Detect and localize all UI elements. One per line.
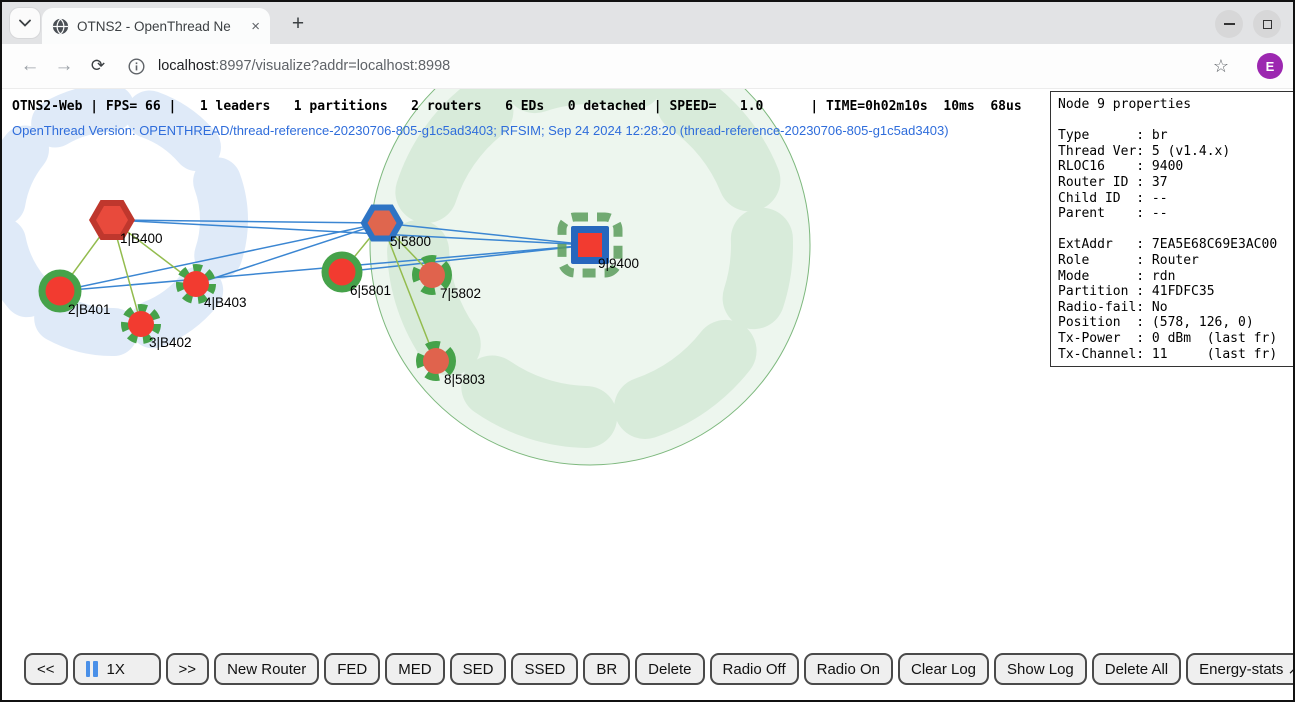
status-bar: OTNS2-Web | FPS= 66 | 1 leaders 1 partit… xyxy=(12,99,1022,114)
chevron-down-icon xyxy=(19,19,31,27)
property-line: Role : Router xyxy=(1058,253,1287,269)
new-tab-button[interactable]: + xyxy=(284,10,312,38)
property-line: Partition : 41FDFC35 xyxy=(1058,284,1287,300)
button-label: Delete xyxy=(648,661,691,678)
property-line xyxy=(1058,222,1287,238)
openthread-version-line: OpenThread Version: OPENTHREAD/thread-re… xyxy=(12,123,949,138)
forward-button[interactable]: → xyxy=(50,44,78,88)
property-line: Child ID : -- xyxy=(1058,191,1287,207)
minimize-icon xyxy=(1224,23,1235,25)
info-icon xyxy=(128,58,145,75)
properties-lines: Type : brThread Ver: 5 (v1.4.x)RLOC16 : … xyxy=(1058,113,1287,363)
med-button[interactable]: MED xyxy=(385,653,444,685)
speed-button[interactable]: 1X xyxy=(73,653,161,685)
maximize-icon xyxy=(1263,20,1272,29)
node-9-square-core xyxy=(578,233,602,257)
button-label: New Router xyxy=(227,661,306,678)
site-info-button[interactable] xyxy=(124,44,148,88)
property-line: Type : br xyxy=(1058,128,1287,144)
node-5-label: 5|5800 xyxy=(390,234,431,249)
node-1-label: 1|B400 xyxy=(120,231,163,246)
address-bar[interactable]: localhost:8997/visualize?addr=localhost:… xyxy=(158,44,450,88)
fed-button[interactable]: FED xyxy=(324,653,380,685)
button-label: Radio Off xyxy=(723,661,786,678)
property-line: Mode : rdn xyxy=(1058,269,1287,285)
node-properties-panel: Node 9 properties Type : brThread Ver: 5… xyxy=(1050,91,1293,367)
delete-button[interactable]: Delete xyxy=(635,653,704,685)
node-8-label: 8|5803 xyxy=(444,372,485,387)
button-label: MED xyxy=(398,661,431,678)
bottom-toolbar: << 1X >> New Router FED MED SED SSED BR Delete Rad… xyxy=(24,653,1293,685)
radio-off-button[interactable]: Radio Off xyxy=(710,653,799,685)
node-4-body[interactable] xyxy=(183,271,209,297)
tab-search-button[interactable] xyxy=(10,8,40,38)
url-host: localhost xyxy=(158,58,215,74)
node-4-label: 4|B403 xyxy=(204,295,247,310)
simulator-canvas: 1|B400 2|B401 3|B402 4|B403 5|5800 6|5801 7|58… xyxy=(2,89,1293,701)
show-log-button[interactable]: Show Log xyxy=(994,653,1087,685)
navigation-bar: ← → ⟳ localhost:8997/visualize?addr=loca… xyxy=(2,44,1293,89)
node-8-body[interactable] xyxy=(423,348,449,374)
browser-window: OTNS2 - OpenThread Ne × + ← → ⟳ localhos… xyxy=(0,0,1295,702)
node-3-body[interactable] xyxy=(128,311,154,337)
br-button[interactable]: BR xyxy=(583,653,630,685)
button-label: Show Log xyxy=(1007,661,1074,678)
tab-close-icon[interactable]: × xyxy=(251,19,260,34)
energy-stats-button[interactable]: Energy-stats ↗ xyxy=(1186,653,1293,685)
property-line: Tx-Power : 0 dBm (last fr) xyxy=(1058,331,1287,347)
property-line: RLOC16 : 9400 xyxy=(1058,159,1287,175)
tab-strip: OTNS2 - OpenThread Ne × + xyxy=(2,2,1293,44)
back-button[interactable]: ← xyxy=(16,44,44,88)
button-label: Radio On xyxy=(817,661,880,678)
button-label: FED xyxy=(337,661,367,678)
url-path: :8997/visualize?addr=localhost:8998 xyxy=(215,58,450,74)
clear-log-button[interactable]: Clear Log xyxy=(898,653,989,685)
node-6-body[interactable] xyxy=(329,259,356,286)
button-label: Delete All xyxy=(1105,661,1168,678)
minimize-button[interactable] xyxy=(1215,10,1243,38)
button-label: BR xyxy=(596,661,617,678)
property-line: Position : (578, 126, 0) xyxy=(1058,315,1287,331)
node-2-label: 2|B401 xyxy=(68,302,111,317)
button-label: SSED xyxy=(524,661,565,678)
fast-forward-button[interactable]: >> xyxy=(166,653,210,685)
property-line: Router ID : 37 xyxy=(1058,175,1287,191)
browser-tab[interactable]: OTNS2 - OpenThread Ne × xyxy=(42,8,270,44)
property-line: Radio-fail: No xyxy=(1058,300,1287,316)
profile-avatar[interactable]: E xyxy=(1257,53,1283,79)
node-6-label: 6|5801 xyxy=(350,283,391,298)
maximize-button[interactable] xyxy=(1253,10,1281,38)
button-label: >> xyxy=(179,661,197,678)
delete-all-button[interactable]: Delete All xyxy=(1092,653,1181,685)
pause-icon xyxy=(86,661,101,677)
rewind-button[interactable]: << xyxy=(24,653,68,685)
button-label: 1X xyxy=(107,661,125,678)
button-label: SED xyxy=(463,661,494,678)
tab-title: OTNS2 - OpenThread Ne xyxy=(77,19,235,34)
reload-button[interactable]: ⟳ xyxy=(84,44,112,88)
radio-on-button[interactable]: Radio On xyxy=(804,653,893,685)
node-3-label: 3|B402 xyxy=(149,335,192,350)
ssed-button[interactable]: SSED xyxy=(511,653,578,685)
node-7-body[interactable] xyxy=(419,262,445,288)
property-line: Parent : -- xyxy=(1058,206,1287,222)
property-line: Thread Ver: 5 (v1.4.x) xyxy=(1058,144,1287,160)
sed-button[interactable]: SED xyxy=(450,653,507,685)
new-router-button[interactable]: New Router xyxy=(214,653,319,685)
button-label: Energy-stats ↗ xyxy=(1199,660,1293,678)
button-label: << xyxy=(37,661,55,678)
button-label: Clear Log xyxy=(911,661,976,678)
property-line xyxy=(1058,113,1287,129)
node-9-label: 9|9400 xyxy=(598,256,639,271)
node-7-label: 7|5802 xyxy=(440,286,481,301)
globe-icon xyxy=(52,18,69,35)
bookmark-star-icon[interactable]: ☆ xyxy=(1208,44,1234,88)
property-line: ExtAddr : 7EA5E68C69E3AC00 xyxy=(1058,237,1287,253)
property-line: Tx-Channel: 11 (last fr) xyxy=(1058,347,1287,363)
properties-title: Node 9 properties xyxy=(1058,97,1287,113)
